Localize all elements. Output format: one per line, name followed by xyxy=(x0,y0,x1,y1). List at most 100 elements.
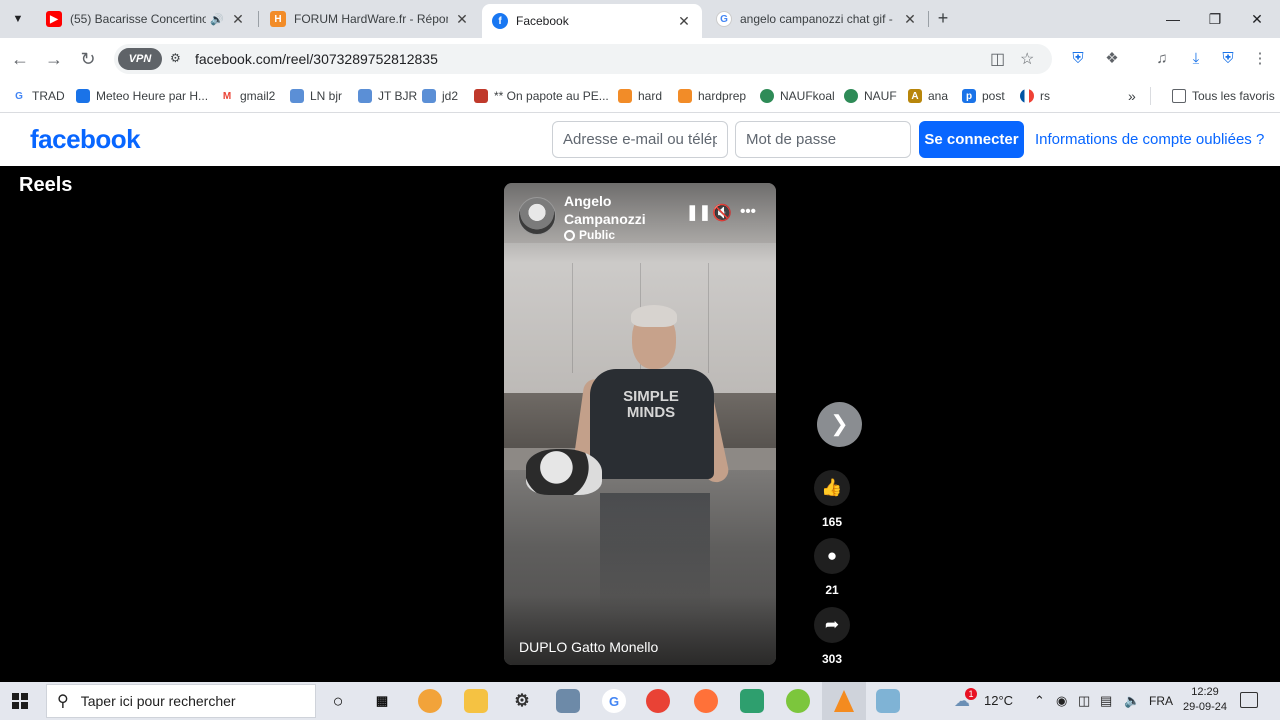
close-window-icon[interactable]: ✕ xyxy=(1234,6,1280,32)
extensions-puzzle-icon[interactable]: ❖ xyxy=(1102,49,1122,69)
share-count: 303 xyxy=(821,652,843,666)
network-icon[interactable]: ▤ xyxy=(1100,693,1112,709)
language-indicator[interactable]: FRA xyxy=(1149,694,1173,708)
all-bookmarks-folder[interactable]: Tous les favoris xyxy=(1172,87,1275,105)
bookmark-jt-bjr[interactable]: JT BJR xyxy=(358,87,417,105)
like-action[interactable]: 👍 165 xyxy=(813,470,851,529)
chart-icon xyxy=(474,89,488,103)
security-shield-icon[interactable]: ⛨ xyxy=(1218,49,1238,69)
cortana-icon[interactable]: ○ xyxy=(326,689,350,713)
bookmark-on-papote[interactable]: ** On papote au PE... xyxy=(474,87,609,105)
reel-video-player[interactable]: SIMPLE MINDS Angelo Campanozzi Public ❚❚… xyxy=(504,183,776,665)
install-app-icon[interactable]: ◫ xyxy=(990,49,1005,69)
bookmark-naufkoal[interactable]: NAUFkoal xyxy=(760,87,835,105)
next-reel-button[interactable]: ❯ xyxy=(817,402,862,447)
download-icon[interactable]: ⤓ xyxy=(1186,49,1206,69)
speaker-icon[interactable]: 🔊 xyxy=(210,13,224,26)
browser-app-icon[interactable] xyxy=(418,689,442,713)
bookmark-label: post xyxy=(982,89,1005,103)
more-options-icon[interactable]: ••• xyxy=(738,203,758,220)
notepad-icon[interactable] xyxy=(876,689,900,713)
bookmark-post[interactable]: p post xyxy=(962,87,1005,105)
comment-icon[interactable]: ● xyxy=(814,538,850,574)
close-tab-icon[interactable]: ✕ xyxy=(454,11,470,28)
media-control-icon[interactable]: ♫ xyxy=(1152,49,1172,69)
volume-icon[interactable]: 🔈 xyxy=(1124,693,1140,709)
bookmark-nauf[interactable]: NAUF xyxy=(844,87,897,105)
restore-icon[interactable]: ❐ xyxy=(1192,6,1238,32)
share-icon[interactable]: ➦ xyxy=(814,607,850,643)
app-icon[interactable] xyxy=(740,689,764,713)
tab-facebook[interactable]: f Facebook ✕ xyxy=(482,4,702,38)
new-tab-button[interactable]: + xyxy=(932,8,954,30)
calculator-icon[interactable] xyxy=(556,689,580,713)
bookmark-hard[interactable]: hard xyxy=(618,87,662,105)
bookmark-label: ** On papote au PE... xyxy=(494,89,609,103)
more-bookmarks-chevron-icon[interactable]: » xyxy=(1128,87,1136,105)
bookmark-label: ana xyxy=(928,89,949,103)
mute-icon[interactable]: 🔇 xyxy=(712,203,732,223)
minimize-icon[interactable]: — xyxy=(1150,6,1196,32)
login-button[interactable]: Se connecter xyxy=(919,121,1024,158)
task-view-icon[interactable]: ▦ xyxy=(370,689,394,713)
tab-hardware-forum[interactable]: H FORUM HardWare.fr - Répondr ✕ xyxy=(260,4,480,34)
bookmark-meteo[interactable]: Meteo Heure par H... xyxy=(76,87,208,105)
firefox-icon[interactable] xyxy=(694,689,718,713)
share-action[interactable]: ➦ 303 xyxy=(813,607,851,666)
vlc-icon[interactable] xyxy=(822,682,866,720)
bookmark-rs[interactable]: rs xyxy=(1020,87,1050,105)
reel-caption: DUPLO Gatto Monello xyxy=(519,639,659,655)
bookmark-star-icon[interactable]: ☆ xyxy=(1020,49,1034,69)
bookmark-ln-bjr[interactable]: LN bjr xyxy=(290,87,342,105)
tab-google-search[interactable]: G angelo campanozzi chat gif - Re ✕ xyxy=(706,4,928,34)
forgot-account-link[interactable]: Informations de compte oubliées ? xyxy=(1035,131,1264,148)
password-field[interactable] xyxy=(735,121,911,158)
tray-app-icon[interactable]: ◫ xyxy=(1078,693,1090,709)
facebook-logo[interactable]: facebook xyxy=(30,124,141,155)
search-placeholder: Taper ici pour rechercher xyxy=(80,693,236,709)
file-explorer-icon[interactable] xyxy=(464,689,488,713)
facebook-icon: f xyxy=(492,13,508,29)
settings-gear-icon[interactable]: ⚙ xyxy=(510,689,534,713)
forward-icon[interactable]: → xyxy=(42,47,66,71)
video-cat xyxy=(526,449,602,495)
more-menu-icon[interactable]: ⋮ xyxy=(1250,49,1270,69)
comment-action[interactable]: ● 21 xyxy=(813,538,851,597)
vpn-badge[interactable]: VPN xyxy=(118,48,162,70)
chrome-icon[interactable] xyxy=(646,689,670,713)
tab-title: Facebook xyxy=(516,14,569,28)
taskbar-search[interactable]: ⚲ Taper ici pour rechercher xyxy=(46,684,316,718)
pause-icon[interactable]: ❚❚ xyxy=(686,203,711,221)
chat-bubble-icon xyxy=(358,89,372,103)
email-field[interactable] xyxy=(552,121,728,158)
address-bar[interactable]: VPN ⚙ facebook.com/reel/3073289752812835… xyxy=(114,44,1052,74)
bookmark-trad[interactable]: G TRAD xyxy=(12,87,65,105)
camera-icon[interactable]: ◉ xyxy=(1056,693,1067,709)
site-info-icon[interactable]: ⚙ xyxy=(170,51,181,65)
bookmark-jd2[interactable]: jd2 xyxy=(422,87,458,105)
chat-app-icon[interactable] xyxy=(786,689,810,713)
avatar[interactable] xyxy=(518,197,556,235)
bookmark-hardprep[interactable]: hardprep xyxy=(678,87,746,105)
bookmark-ana[interactable]: Aana xyxy=(908,87,948,105)
tab-search-dropdown-icon[interactable]: ▼ xyxy=(6,8,30,30)
reload-icon[interactable]: ↻ xyxy=(76,47,100,71)
notification-center-icon[interactable] xyxy=(1240,692,1258,708)
author-name[interactable]: Angelo Campanozzi xyxy=(564,192,664,228)
close-tab-icon[interactable]: ✕ xyxy=(676,13,692,30)
bookmark-gmail2[interactable]: Mgmail2 xyxy=(220,87,275,105)
windows-start-icon[interactable] xyxy=(12,693,28,709)
google-app-icon[interactable]: G xyxy=(602,689,626,713)
weather-temperature[interactable]: 12°C xyxy=(984,693,1013,708)
shield-extension-icon[interactable]: ⛨ xyxy=(1068,49,1088,69)
back-icon[interactable]: ← xyxy=(8,47,32,71)
close-tab-icon[interactable]: ✕ xyxy=(902,11,918,28)
video-shirt-print: SIMPLE MINDS xyxy=(623,388,679,421)
tray-chevron-up-icon[interactable]: ⌃ xyxy=(1034,693,1045,709)
url-text[interactable]: facebook.com/reel/3073289752812835 xyxy=(195,51,438,67)
tab-youtube[interactable]: ▶ (55) Bacarisse Concertino p 🔊 ✕ xyxy=(36,4,256,34)
clock[interactable]: 12:29 29-09-24 xyxy=(1181,685,1229,715)
close-tab-icon[interactable]: ✕ xyxy=(230,11,246,28)
hardware-fr-icon xyxy=(618,89,632,103)
thumbs-up-icon[interactable]: 👍 xyxy=(814,470,850,506)
